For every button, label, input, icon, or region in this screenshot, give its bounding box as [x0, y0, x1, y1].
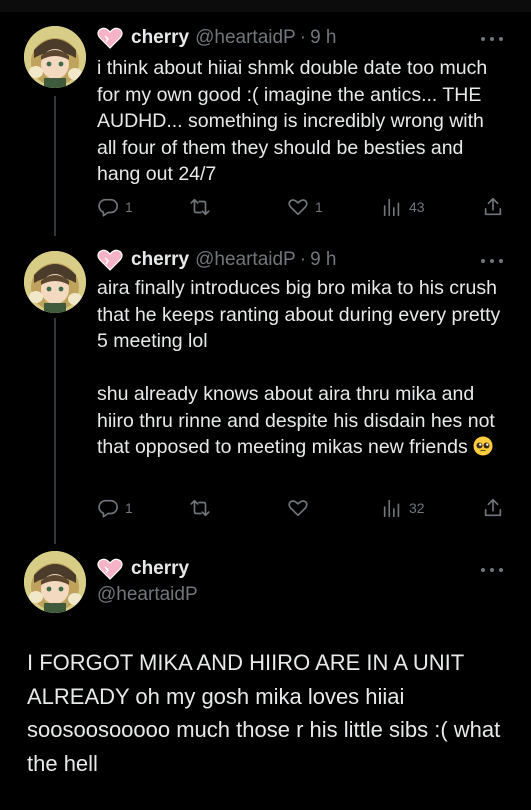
- reply-button[interactable]: 1: [97, 195, 133, 219]
- like-button[interactable]: 1: [287, 195, 323, 219]
- reply-count: 1: [125, 500, 133, 516]
- tweet-text: i think about hiiai shmk double date too…: [97, 57, 493, 185]
- display-name[interactable]: cherry: [131, 27, 189, 49]
- views-button[interactable]: 32: [381, 496, 425, 520]
- share-icon: [484, 197, 502, 216]
- views-button[interactable]: 43: [381, 195, 425, 219]
- display-name[interactable]: cherry: [131, 249, 189, 271]
- retweet-icon: [190, 198, 210, 216]
- display-name[interactable]: cherry: [131, 558, 189, 580]
- avatar[interactable]: [24, 251, 86, 313]
- tweet-1[interactable]: cherry @heartaidP · 9 h i think about hi…: [0, 0, 531, 240]
- views-icon: [383, 198, 400, 217]
- like-icon: [288, 199, 308, 216]
- separator-dot: ·: [299, 249, 307, 270]
- views-count: 32: [409, 500, 425, 516]
- main-tweet-text: I FORGOT MIKA AND HIIRO ARE IN A UNIT AL…: [27, 650, 501, 776]
- timestamp[interactable]: 9 h: [310, 27, 336, 49]
- reply-button[interactable]: 1: [97, 496, 133, 520]
- more-icon[interactable]: [481, 35, 503, 43]
- action-bar: 1 1 43: [97, 195, 507, 219]
- views-count: 43: [409, 199, 425, 215]
- like-count: 1: [315, 199, 323, 215]
- user-handle[interactable]: @heartaidP: [97, 584, 198, 606]
- views-icon: [383, 499, 400, 518]
- like-button[interactable]: [287, 496, 309, 520]
- share-button[interactable]: [482, 195, 504, 219]
- tweet-text-paragraph-1: aira finally introduces big bro mika to …: [97, 277, 506, 352]
- more-icon[interactable]: [481, 257, 503, 265]
- heart-emoji-icon: [97, 558, 123, 580]
- reply-icon: [98, 198, 118, 217]
- reply-icon: [98, 499, 118, 518]
- avatar[interactable]: [24, 26, 86, 88]
- user-handle[interactable]: @heartaidP: [195, 249, 296, 271]
- retweet-icon: [190, 499, 210, 517]
- share-icon: [484, 498, 502, 517]
- main-tweet-header: cherry: [97, 556, 189, 582]
- tweet-text-paragraph-2: shu already knows about aira thru mika a…: [97, 381, 507, 461]
- retweet-button[interactable]: [189, 496, 211, 520]
- pleading-face-emoji: [473, 436, 493, 456]
- action-bar: 1 32: [97, 496, 507, 520]
- user-handle[interactable]: @heartaidP: [195, 27, 296, 49]
- separator-dot: ·: [299, 27, 307, 48]
- tweet-2[interactable]: cherry @heartaidP · 9 h aira finally int…: [0, 240, 531, 540]
- avatar[interactable]: [24, 551, 86, 613]
- heart-emoji-icon: [97, 249, 123, 271]
- timestamp[interactable]: 9 h: [310, 249, 336, 271]
- tweet-text-paragraph-2-text: shu already knows about aira thru mika a…: [97, 383, 501, 458]
- main-tweet[interactable]: cherry @heartaidP I FORGOT MIKA AND HIIR…: [0, 540, 531, 810]
- more-icon[interactable]: [481, 566, 503, 574]
- like-icon: [288, 500, 308, 517]
- heart-emoji-icon: [97, 27, 123, 49]
- tweet-header: cherry @heartaidP · 9 h: [97, 247, 336, 273]
- tweet-header: cherry @heartaidP · 9 h: [97, 25, 336, 51]
- share-button[interactable]: [482, 496, 504, 520]
- retweet-button[interactable]: [189, 195, 211, 219]
- reply-count: 1: [125, 199, 133, 215]
